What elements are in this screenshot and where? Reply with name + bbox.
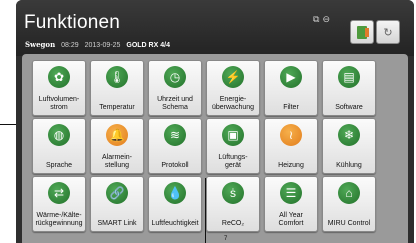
tile-unit[interactable]: ▣ Lüftungs- gerät [206,118,260,174]
house-icon: ⌂ [338,182,360,204]
tile-clock[interactable]: ◷ Uhrzeit und Schema [148,60,202,116]
tile-globe[interactable]: ◍ Sprache [32,118,86,174]
tile-label: Wärme-/Kälte- rückgewinnung [35,212,83,227]
annotation-marker: 7 [224,236,228,242]
tile-label: Lüftungs- gerät [218,154,248,169]
tile-house[interactable]: ⌂ MIRU Control [322,176,376,232]
tile-fan[interactable]: ✿ Luftvolumen- strom [32,60,86,116]
windows-icon: ⧉ [313,14,320,24]
door-icon [357,25,369,39]
tile-label: Alarmein- stellung [102,154,132,169]
brand-logo: Swegon [25,40,56,49]
tile-thermometer[interactable]: 🌡 Temperatur [90,60,144,116]
user-icon: ⊖ [322,14,330,24]
controller-screen: Funktionen Swegon 08:29 2013-09-25 GOLD … [16,0,414,243]
tile-bell[interactable]: 🔔 Alarmein- stellung [90,118,144,174]
tile-label: Energie- überwachung [211,96,255,111]
tile-label: Software [335,104,363,111]
heating-icon: ≀ [280,124,302,146]
tile-label: Sprache [45,162,73,169]
tile-label: SMART Link [97,220,137,227]
filter-icon: ▶ [280,66,302,88]
door-exit-button[interactable] [350,20,374,44]
tile-label: Luftvolumen- strom [38,96,80,111]
tile-label: ReCO₂ [221,220,245,227]
log-icon: ≋ [164,124,186,146]
tile-label: Kühlung [336,162,362,169]
model-text: GOLD RX [126,42,159,49]
link-icon: 🔗 [106,182,128,204]
date-text: 2013-09-25 [84,42,121,49]
tile-heating[interactable]: ≀ Heizung [264,118,318,174]
tile-co2[interactable]: ṡ ReCO₂ [206,176,260,232]
tile-label: Filter [283,104,299,111]
tile-label: Uhrzeit und Schema [157,96,193,111]
tile-snowflake[interactable]: ❄ Kühlung [322,118,376,174]
tile-label: Temperatur [99,104,135,111]
tile-link[interactable]: 🔗 SMART Link [90,176,144,232]
fan-icon: ✿ [48,66,70,88]
thermometer-icon: 🌡 [106,66,128,88]
tile-exchanger[interactable]: ⇄ Wärme-/Kälte- rückgewinnung [32,176,86,232]
status-line: Swegon 08:29 2013-09-25 GOLD RX 4/4 [25,40,170,49]
tile-label: Heizung [278,162,304,169]
comfort-icon: ☰ [280,182,302,204]
unit-icon: ▣ [222,124,244,146]
annotation-pointer-line [205,178,206,243]
drops-icon: 💧 [164,182,186,204]
system-icons: ⧉ ⊖ [313,14,333,25]
tile-label: Luftfeuchtigkeit [151,220,199,227]
time-text: 08:29 [61,42,79,49]
refresh-icon: ↻ [383,26,393,39]
tile-label: Protokoll [161,162,189,169]
tile-label: All Year Comfort [278,212,304,227]
function-grid: ✿ Luftvolumen- strom 🌡 Temperatur ◷ Uhrzeit u… [22,54,408,243]
unit-text: 4/4 [160,42,170,49]
tile-software[interactable]: ▤ Software [322,60,376,116]
bell-icon: 🔔 [106,124,128,146]
page-title: Funktionen [24,12,121,33]
header-bar: Funktionen Swegon 08:29 2013-09-25 GOLD … [16,0,414,56]
tile-log[interactable]: ≋ Protokoll [148,118,202,174]
tile-drops[interactable]: 💧 Luftfeuchtigkeit [148,176,202,232]
tile-filter[interactable]: ▶ Filter [264,60,318,116]
tile-energy[interactable]: ⚡ Energie- überwachung [206,60,260,116]
refresh-button[interactable]: ↻ [376,20,400,44]
snowflake-icon: ❄ [338,124,360,146]
tile-label: MIRU Control [327,220,371,227]
clock-icon: ◷ [164,66,186,88]
tile-comfort[interactable]: ☰ All Year Comfort [264,176,318,232]
software-icon: ▤ [338,66,360,88]
exchanger-icon: ⇄ [48,182,70,204]
energy-icon: ⚡ [222,66,244,88]
co2-icon: ṡ [222,182,244,204]
globe-icon: ◍ [48,124,70,146]
